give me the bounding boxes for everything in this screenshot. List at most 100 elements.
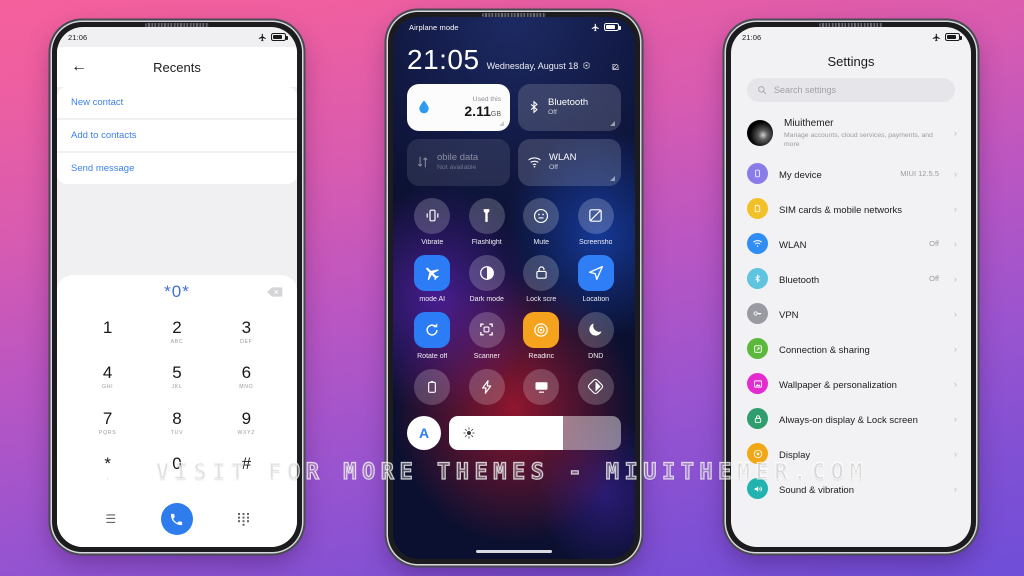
dial-key-letters: JKL (171, 384, 183, 391)
settings-row-label: VPN (779, 309, 799, 321)
chevron-right-icon: › (954, 448, 957, 459)
settings-row-label: Connection & sharing (779, 344, 870, 356)
dial-key-letters: PQRS (98, 429, 117, 436)
dial-key-letters: DEF (240, 338, 253, 345)
settings-row-always-on-display[interactable]: Always-on display & Lock screen › (731, 401, 971, 436)
tile-data-usage[interactable]: Used this 2.11GB (407, 83, 510, 131)
dial-key-letters: MNO (239, 384, 254, 391)
clock-date-row: Wednesday, August 18 (487, 61, 592, 74)
dial-key-star[interactable]: *, (73, 446, 142, 492)
menu-lines-icon[interactable]: ☰ (105, 512, 116, 526)
dial-key-1[interactable]: 1 (73, 309, 142, 355)
settings-row-display[interactable]: Display › (731, 436, 971, 471)
tile-bluetooth[interactable]: Bluetooth Off (518, 83, 621, 131)
dial-key-3[interactable]: 3 DEF (212, 309, 281, 355)
quick-tile-scanner[interactable]: Scanner (462, 311, 513, 360)
tile-label: Mute (533, 238, 550, 246)
list-item-label: Add to contacts (71, 130, 137, 141)
tile-mobile-data[interactable]: obile data Not available (407, 138, 510, 186)
tile-label: Vibrate (421, 238, 444, 246)
screenshot-icon (577, 197, 614, 234)
clock-row: 21:05 Wednesday, August 18 (407, 46, 621, 74)
status-bar: Airplane mode (407, 17, 621, 37)
quick-tile-dark-mode[interactable]: Dark mode (462, 254, 513, 303)
quick-tile-lock-screen[interactable]: Lock scre (516, 254, 567, 303)
edit-pencil-icon[interactable] (610, 63, 621, 74)
keypad-dots-icon[interactable] (237, 512, 249, 526)
account-name: Miuithemer (784, 118, 834, 129)
dial-key-letters: TUV (170, 429, 184, 436)
settings-row-connection-sharing[interactable]: Connection & sharing › (731, 331, 971, 366)
dial-key-6[interactable]: 6 MNO (212, 355, 281, 401)
lock-icon (523, 254, 560, 291)
chevron-right-icon: › (954, 378, 957, 389)
settings-row-value: Off (929, 239, 939, 249)
scanner-icon (468, 311, 505, 348)
dial-key-0[interactable]: 0 + (142, 446, 211, 492)
search-input[interactable]: Search settings (747, 78, 955, 102)
list-item-send-message[interactable]: Send message (57, 153, 297, 184)
battery-icon (945, 33, 962, 41)
expand-corner-icon[interactable] (610, 120, 615, 126)
dial-key-8[interactable]: 8 TUV (142, 400, 211, 446)
dial-key-4[interactable]: 4 GHI (73, 355, 142, 401)
settings-row-sound-vibration[interactable]: Sound & vibration › (731, 471, 971, 506)
brightness-slider[interactable] (449, 415, 621, 450)
tile-label: Readinc (528, 352, 555, 360)
settings-row-value: MIUI 12.5.5 (900, 169, 939, 179)
water-drop-icon (419, 100, 429, 114)
dial-key-hash[interactable]: # (212, 446, 281, 492)
quick-tile-half-contrast[interactable] (571, 368, 622, 405)
dial-key-digit: * (104, 454, 111, 474)
settings-list: Miuithemer Manage accounts, cloud servic… (731, 112, 971, 510)
dial-key-digit: 3 (241, 317, 252, 337)
settings-row-bluetooth[interactable]: Bluetooth Off › (731, 261, 971, 296)
dial-key-letters: + (175, 475, 179, 482)
dial-key-2[interactable]: 2 ABC (142, 309, 211, 355)
dial-key-9[interactable]: 9 WXYZ (212, 400, 281, 446)
settings-row-wallpaper[interactable]: Wallpaper & personalization › (731, 366, 971, 401)
quick-tile-rotate[interactable]: Rotate off (407, 311, 458, 360)
back-arrow-icon[interactable]: ← (71, 59, 87, 75)
auto-brightness-label: A (418, 424, 430, 441)
auto-brightness-button[interactable]: A (407, 415, 441, 450)
wallpaper-icon (747, 373, 768, 395)
list-item-add-to-contacts[interactable]: Add to contacts (57, 120, 297, 151)
list-item-new-contact[interactable]: New contact (57, 87, 297, 118)
settings-row-wlan[interactable]: WLAN Off › (731, 226, 971, 261)
settings-row-my-device[interactable]: My device MIUI 12.5.5 › (731, 156, 971, 191)
quick-tile-reading-mode[interactable]: Readinc (516, 311, 567, 360)
quick-tile-cast[interactable] (516, 368, 567, 405)
quick-tile-mute[interactable]: Mute (516, 197, 567, 246)
quick-tile-dnd[interactable]: DND (571, 311, 622, 360)
quick-tile-vibrate[interactable]: Vibrate (407, 197, 458, 246)
dial-key-digit: 4 (102, 363, 113, 383)
big-tiles-grid: Used this 2.11GB Bluetooth Off obile dat… (407, 83, 621, 186)
backspace-icon[interactable] (267, 287, 283, 298)
quick-tile-flashlight[interactable]: Flashlight (462, 197, 513, 246)
settings-row-label: SIM cards & mobile networks (779, 204, 903, 216)
location-arrow-icon (577, 254, 614, 291)
gear-icon[interactable] (582, 61, 591, 70)
settings-row-account[interactable]: Miuithemer Manage accounts, cloud servic… (731, 112, 971, 156)
airplane-icon (414, 254, 451, 291)
expand-corner-icon[interactable] (499, 120, 504, 126)
data-arrows-icon (417, 156, 428, 168)
settings-row-label: Display (779, 449, 811, 461)
quick-tiles-grid: Vibrate Flashlight Mute Screensho mode A… (407, 197, 622, 405)
quick-tile-airplane-mode[interactable]: mode AI (407, 254, 458, 303)
quick-tile-battery-saver[interactable] (407, 368, 458, 405)
tile-wlan[interactable]: WLAN Off (518, 138, 621, 186)
dial-key-7[interactable]: 7 PQRS (73, 400, 142, 446)
quick-tile-screenshot[interactable]: Screensho (571, 197, 622, 246)
quick-tile-location[interactable]: Location (571, 254, 622, 303)
settings-row-sim-cards[interactable]: SIM cards & mobile networks › (731, 191, 971, 226)
vibrate-icon (414, 197, 451, 234)
dial-key-5[interactable]: 5 JKL (142, 355, 211, 401)
settings-row-label: Sound & vibration (779, 484, 854, 496)
quick-tile-bolt[interactable] (462, 368, 513, 405)
phone-handset-icon[interactable] (160, 503, 193, 535)
settings-row-vpn[interactable]: VPN › (731, 296, 971, 331)
contrast-icon (468, 254, 505, 291)
expand-corner-icon[interactable] (610, 175, 615, 181)
